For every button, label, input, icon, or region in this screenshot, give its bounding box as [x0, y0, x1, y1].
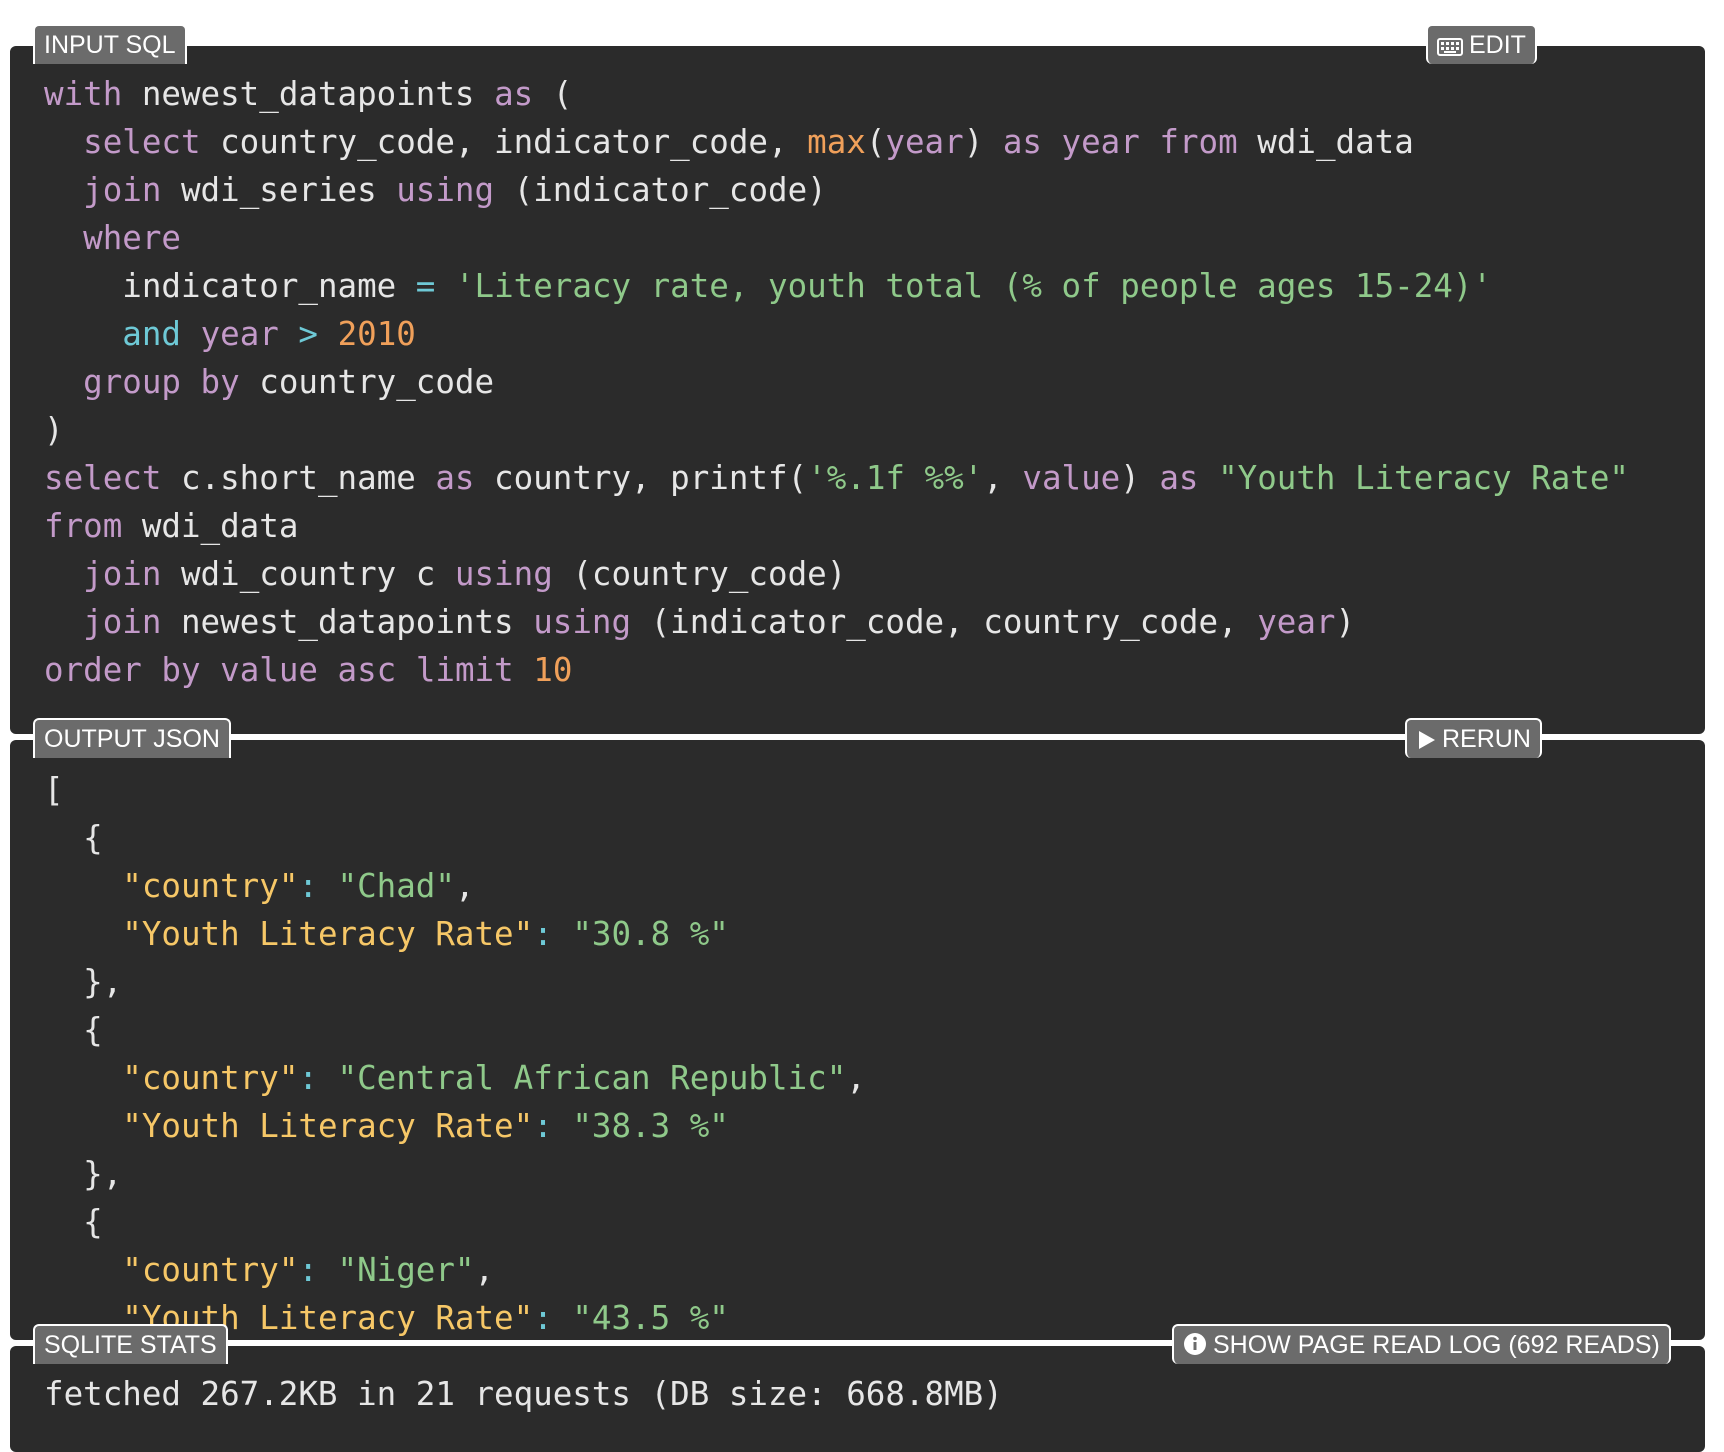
sql-line: join wdi_series using (indicator_code) — [83, 171, 827, 209]
sql-line: select c.short_name as country, printf('… — [44, 459, 1629, 497]
sql-line: from wdi_data — [44, 507, 299, 545]
sqlite-stats-label: SQLITE STATS — [33, 1324, 228, 1364]
sql-line: join wdi_country c using (country_code) — [83, 555, 847, 593]
sql-line: order by value asc limit 10 — [44, 651, 573, 689]
result-country: "Chad" — [337, 867, 455, 905]
json-output[interactable]: [ { "country": "Chad", "Youth Literacy R… — [10, 740, 1705, 1340]
sql-line: ) — [44, 411, 64, 449]
result-rate: "30.8 %" — [572, 915, 729, 953]
sql-line: with newest_datapoints as ( — [44, 75, 573, 113]
show-read-log-button[interactable]: SHOW PAGE READ LOG (692 READS) — [1172, 1324, 1671, 1364]
result-country: "Central African Republic" — [337, 1059, 847, 1097]
sql-playground: INPUT SQL EDIT with newest_datapoints as… — [0, 0, 1724, 1452]
sql-code[interactable]: with newest_datapoints as ( select count… — [44, 70, 1629, 694]
stats-summary: fetched 267.2KB in 21 requests (DB size:… — [44, 1375, 1003, 1413]
result-country: "Niger" — [337, 1251, 475, 1289]
rerun-button[interactable]: RERUN — [1405, 718, 1542, 758]
keyboard-icon — [1437, 38, 1463, 56]
sql-line: select country_code, indicator_code, max… — [83, 123, 1414, 161]
json-code: [ { "country": "Chad", "Youth Literacy R… — [44, 771, 866, 1337]
sql-line: and year > 2010 — [122, 315, 416, 353]
sql-editor[interactable]: with newest_datapoints as ( select count… — [10, 46, 1705, 734]
edit-button[interactable]: EDIT — [1426, 24, 1537, 64]
play-icon — [1419, 731, 1435, 749]
result-rate: "43.5 %" — [572, 1299, 729, 1337]
info-circle-icon — [1184, 1333, 1206, 1355]
sql-line: join newest_datapoints using (indicator_… — [83, 603, 1356, 641]
sql-line: indicator_name = 'Literacy rate, youth t… — [122, 267, 1492, 305]
input-sql-label: INPUT SQL — [33, 24, 187, 64]
sql-line: where — [83, 219, 181, 257]
sql-line: group by country_code — [83, 363, 495, 401]
output-json-label: OUTPUT JSON — [33, 718, 231, 758]
result-rate: "38.3 %" — [572, 1107, 729, 1145]
